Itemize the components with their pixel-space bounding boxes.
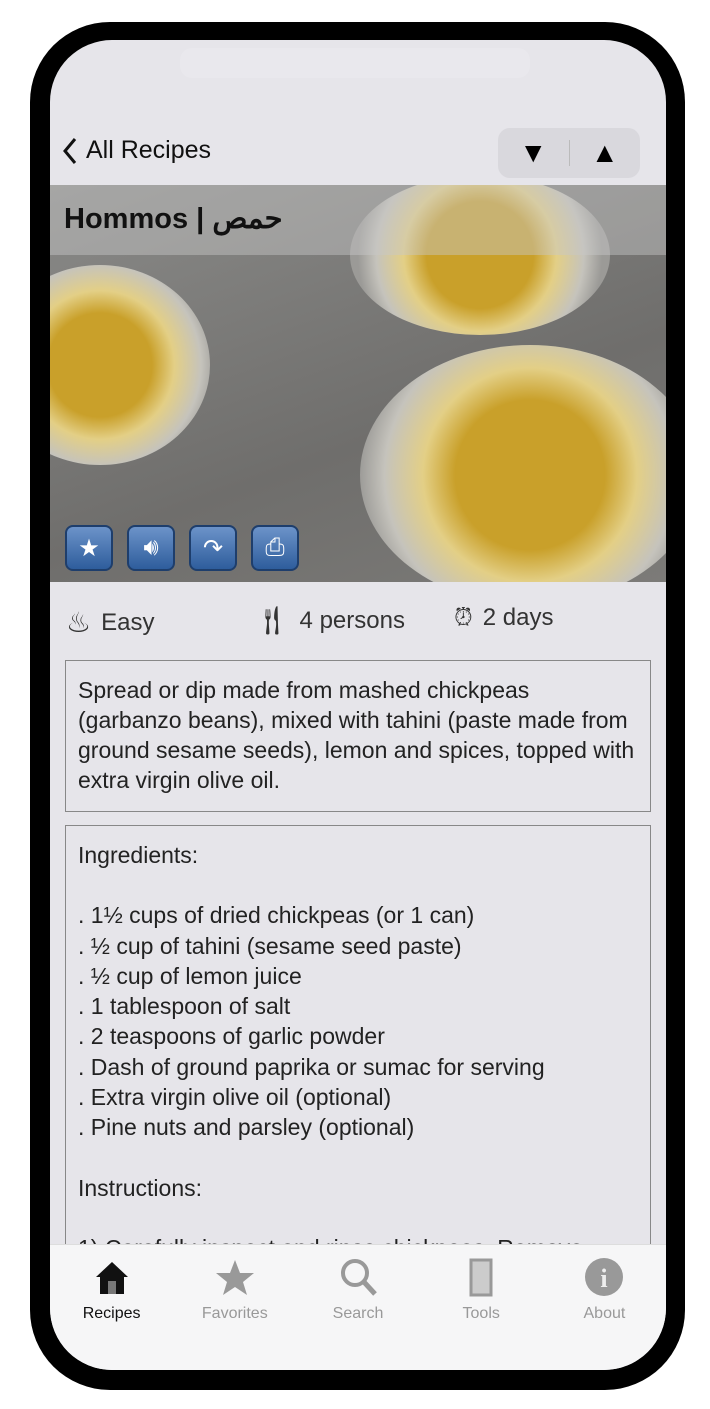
chevron-left-icon <box>63 137 77 164</box>
ingredients-heading: Ingredients: <box>78 842 199 868</box>
time-value: 2 days <box>482 604 554 631</box>
speaker-icon: 🔊︎ <box>143 534 159 561</box>
tab-label: Tools <box>462 1305 500 1322</box>
tab-label: Recipes <box>82 1305 141 1322</box>
star-icon <box>215 1260 254 1295</box>
share-arrow-icon: ↷ <box>202 534 224 562</box>
print-button[interactable]: ⎙ <box>251 525 299 571</box>
ingredient: . Extra virgin olive oil (optional) <box>78 1084 392 1111</box>
chef-hat-icon: ♨ <box>66 607 92 638</box>
tab-about[interactable]: i About <box>543 1245 666 1370</box>
recipe-body[interactable]: Ingredients: . 1½ cups of dried chickpea… <box>65 825 651 1285</box>
ingredient: . ½ cup of tahini (sesame seed paste) <box>78 932 462 959</box>
star-icon: ★ <box>78 534 100 562</box>
previous-recipe-button[interactable]: ▲ <box>570 137 641 169</box>
beaker-icon <box>469 1258 493 1297</box>
recipe-meta: ♨ Easy 🍴︎ 4 persons ⏰︎ 2 days <box>66 602 656 642</box>
nav-bar: All Recipes ▼ ▲ <box>50 128 666 184</box>
tab-label: About <box>583 1305 626 1322</box>
ingredient: . ½ cup of lemon juice <box>78 962 302 989</box>
recipe-stepper: ▼ ▲ <box>498 128 640 178</box>
ingredient: . 2 teaspoons of garlic powder <box>78 1023 385 1050</box>
status-area <box>180 48 530 78</box>
ingredient: . Pine nuts and parsley (optional) <box>78 1114 415 1141</box>
tab-search[interactable]: Search <box>296 1245 419 1370</box>
servings-value: 4 persons <box>299 606 405 634</box>
search-icon <box>341 1259 377 1296</box>
printer-icon: ⎙ <box>265 534 285 561</box>
share-button[interactable]: ↷ <box>189 525 237 571</box>
bowl <box>360 345 666 582</box>
description-box: Spread or dip made from mashed chickpeas… <box>65 660 651 812</box>
info-icon: i <box>585 1258 624 1296</box>
bowl <box>50 265 210 465</box>
back-label: All Recipes <box>86 136 212 164</box>
difficulty: ♨ Easy <box>66 606 154 639</box>
tab-label: Favorites <box>201 1305 268 1322</box>
tab-favorites[interactable]: Favorites <box>173 1245 296 1370</box>
next-recipe-button[interactable]: ▼ <box>498 137 569 169</box>
alarm-clock-icon: ⏰︎ <box>454 604 473 631</box>
fork-knife-icon: 🍴︎ <box>254 605 290 636</box>
recipe-photo: Hommos | حمص ★ 🔊︎ ↷ ⎙ <box>50 185 666 582</box>
sound-button[interactable]: 🔊︎ <box>127 525 175 571</box>
ingredient: . 1½ cups of dried chickpeas (or 1 can) <box>78 902 475 929</box>
tab-label: Search <box>332 1305 384 1322</box>
difficulty-value: Easy <box>101 608 155 636</box>
svg-text:i: i <box>601 1264 608 1293</box>
ingredient: . Dash of ground paprika or sumac for se… <box>78 1053 545 1080</box>
servings: 🍴︎ 4 persons <box>254 604 405 637</box>
action-buttons: ★ 🔊︎ ↷ ⎙ <box>65 525 299 571</box>
screen: All Recipes ▼ ▲ Hommos | حمص ★ 🔊︎ ↷ ⎙ ♨ E… <box>50 40 666 1370</box>
recipe-title: Hommos | حمص <box>64 203 283 235</box>
tab-bar: Recipes Favorites Search Tools i About <box>50 1244 666 1370</box>
tab-recipes[interactable]: Recipes <box>50 1245 173 1370</box>
ingredient: . 1 tablespoon of salt <box>78 993 291 1020</box>
favorite-button[interactable]: ★ <box>65 525 113 571</box>
instructions-heading: Instructions: <box>78 1174 202 1201</box>
tab-tools[interactable]: Tools <box>420 1245 543 1370</box>
description: Spread or dip made from mashed chickpeas… <box>78 677 635 793</box>
home-icon <box>95 1262 128 1294</box>
prep-time: ⏰︎ 2 days <box>454 604 553 632</box>
back-button[interactable]: All Recipes <box>62 136 211 165</box>
